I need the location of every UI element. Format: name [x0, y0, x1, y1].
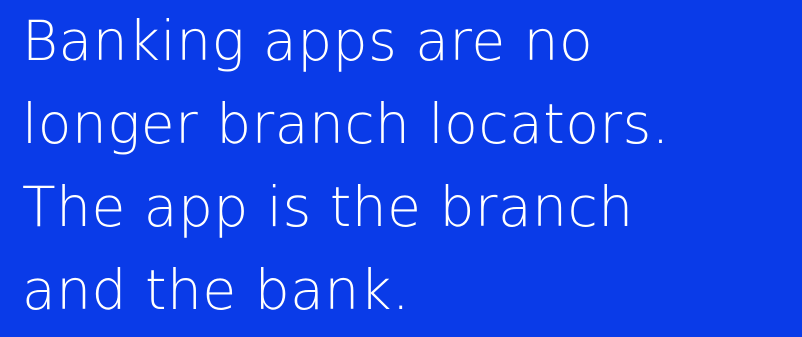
quote-panel: Banking apps are no longer branch locato…	[0, 0, 802, 337]
headline-line-2: longer branch locators.	[22, 92, 670, 156]
headline: Banking apps are no longer branch locato…	[22, 0, 802, 332]
headline-line-4: and the bank.	[22, 258, 411, 322]
headline-line-1: Banking apps are no	[22, 9, 594, 73]
headline-line-3: The app is the branch	[22, 175, 634, 239]
